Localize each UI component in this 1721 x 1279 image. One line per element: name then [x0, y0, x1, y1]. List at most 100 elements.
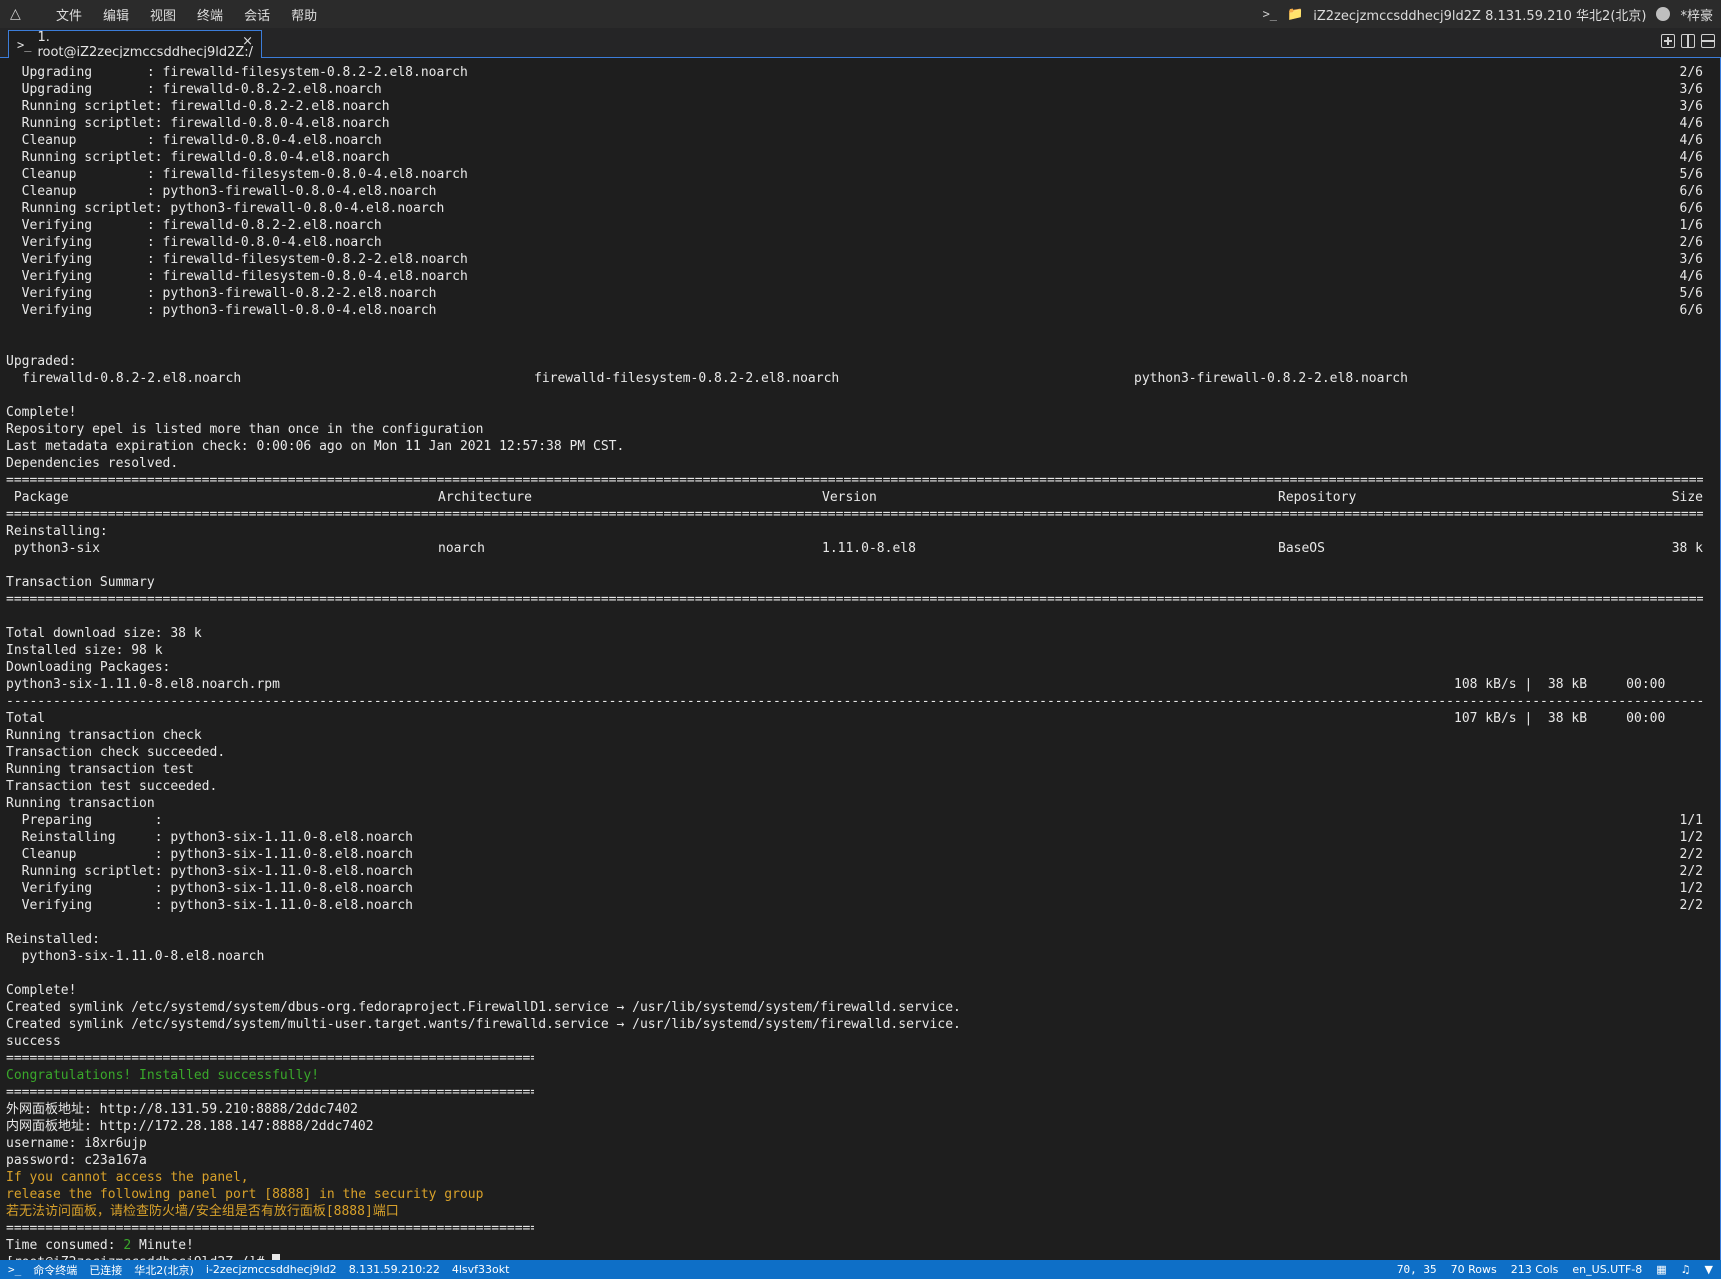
scriptlet-count: 3/6 — [1679, 99, 1703, 114]
terminal-icon[interactable]: >_ — [1263, 7, 1277, 21]
downloading-packages-text: Downloading Packages: — [6, 660, 171, 675]
scriptlet-count: 6/6 — [1679, 201, 1703, 216]
scriptlet-action: Verifying — [6, 252, 147, 267]
separator-line: ========================================… — [6, 1220, 1703, 1237]
scriptlet-line: Verifying : python3-firewall-0.8.0-4.el8… — [6, 302, 1703, 319]
scriptlet-line: Cleanup : python3-firewall-0.8.0-4.el8.n… — [6, 183, 1703, 200]
symlink-line-2: Created symlink /etc/systemd/system/mult… — [6, 1016, 1703, 1033]
scriptlet-sep: : — [154, 116, 171, 131]
scriptlet-action: Cleanup — [6, 167, 147, 182]
app-logo-icon[interactable]: △ — [10, 6, 28, 22]
tab-terminal-session[interactable]: >_ 1. root@iZ2zecjzmccsddhecj9ld2Z:/ × — [8, 30, 262, 60]
scriptlet-count: 3/6 — [1679, 82, 1703, 97]
scriptlet-count: 4/6 — [1679, 150, 1703, 165]
bell-icon[interactable]: ♫ — [1681, 1263, 1691, 1276]
scriptlet-action: Verifying — [6, 235, 147, 250]
txn-step: Reinstalling : python3-six-1.11.0-8.el8.… — [6, 829, 1703, 846]
total-download-text: Total download size: 38 k — [6, 626, 202, 641]
upgraded-pkg-1: firewalld-0.8.2-2.el8.noarch — [22, 371, 242, 386]
td-package: python3-six — [6, 541, 100, 556]
scriptlet-action: Verifying — [6, 303, 147, 318]
txn-action: Cleanup : — [6, 847, 163, 862]
scriptlet-action: Cleanup — [6, 184, 147, 199]
scriptlet-count: 2/6 — [1679, 65, 1703, 80]
scriptlet-line: Running scriptlet: firewalld-0.8.0-4.el8… — [6, 115, 1703, 132]
txn-pkg: python3-six-1.11.0-8.el8.noarch — [162, 898, 413, 913]
terminal-pane[interactable]: Upgrading : firewalld-filesystem-0.8.2-2… — [0, 58, 1721, 1260]
upgraded-header: Upgraded: — [6, 353, 1703, 370]
scriptlet-count: 4/6 — [1679, 116, 1703, 131]
td-arch: noarch — [438, 541, 485, 556]
scriptlet-pkg: firewalld-0.8.2-2.el8.noarch — [170, 99, 390, 114]
separator-line: ========================================… — [6, 1084, 1703, 1101]
txn-line-text: Transaction test succeeded. — [6, 779, 218, 794]
txn-line: Transaction test succeeded. — [6, 778, 1703, 795]
scriptlet-count: 5/6 — [1679, 167, 1703, 182]
menu-terminal[interactable]: 终端 — [197, 5, 223, 24]
status-encoding[interactable]: en_US.UTF-8 — [1572, 1263, 1642, 1276]
th-version: Version — [822, 490, 877, 505]
scriptlet-pkg: firewalld-0.8.0-4.el8.noarch — [170, 150, 390, 165]
reinstalled-pkg-text: python3-six-1.11.0-8.el8.noarch — [6, 949, 265, 964]
scriptlet-line: Verifying : firewalld-0.8.0-4.el8.noarch… — [6, 234, 1703, 251]
user-name[interactable]: *梓豪 — [1680, 5, 1713, 24]
menu-session[interactable]: 会话 — [244, 5, 270, 24]
status-bar: >_ 命令终端 已连接 华北2(北京) i-2zecjzmccsddhecj9l… — [0, 1260, 1721, 1279]
filter-icon[interactable]: ▼ — [1705, 1263, 1713, 1276]
separator-line: ----------------------------------------… — [6, 693, 1703, 710]
upgraded-pkg-2: firewalld-filesystem-0.8.2-2.el8.noarch — [534, 371, 840, 386]
menu-view[interactable]: 视图 — [150, 5, 176, 24]
txn-count: 1/1 — [1679, 813, 1703, 828]
txn-line-text: Running transaction check — [6, 728, 202, 743]
table-row: python3-six noarch 1.11.0-8.el8 BaseOS 38 k — [6, 540, 1703, 557]
scriptlet-action: Verifying — [6, 269, 147, 284]
deps-resolved-text: Dependencies resolved. — [6, 456, 179, 471]
close-icon[interactable]: × — [242, 34, 253, 49]
txn-line: Running transaction test — [6, 761, 1703, 778]
avatar[interactable] — [1656, 7, 1671, 21]
scriptlet-sep: : — [146, 184, 163, 199]
time-suffix: Minute! — [131, 1238, 194, 1253]
status-region: 华北2(北京) — [134, 1263, 194, 1277]
reinstalled-pkg: python3-six-1.11.0-8.el8.noarch — [6, 948, 1703, 965]
symlink-line-2-text: Created symlink /etc/systemd/system/mult… — [6, 1017, 961, 1032]
installed-size-text: Installed size: 98 k — [6, 643, 163, 658]
deps-resolved: Dependencies resolved. — [6, 455, 1703, 472]
download-row: python3-six-1.11.0-8.el8.noarch.rpm 108 k… — [6, 676, 1703, 693]
grid-icon[interactable]: ▦ — [1656, 1263, 1666, 1276]
txn-line-text: Transaction check succeeded. — [6, 745, 226, 760]
th-size: Size — [1671, 490, 1703, 505]
scriptlet-sep: : — [154, 201, 171, 216]
tab-tools — [1661, 34, 1715, 48]
new-tab-icon[interactable] — [1661, 34, 1675, 48]
scriptlet-pkg: firewalld-0.8.0-4.el8.noarch — [162, 133, 382, 148]
username-line-text: username: i8xr6ujp — [6, 1136, 147, 1151]
scriptlet-sep: : — [146, 82, 163, 97]
txn-count: 1/2 — [1679, 830, 1703, 845]
scriptlet-sep: : — [146, 303, 163, 318]
warning-line-2: release the following panel port [8888] … — [6, 1186, 1703, 1203]
menu-file[interactable]: 文件 — [56, 5, 82, 24]
folder-icon[interactable]: 📁 — [1287, 7, 1303, 22]
split-horizontal-icon[interactable] — [1701, 34, 1715, 48]
time-consumed: Time consumed: 2 Minute! — [6, 1237, 1703, 1254]
downloading-packages: Downloading Packages: — [6, 659, 1703, 676]
menu-edit[interactable]: 编辑 — [103, 5, 129, 24]
status-address: 8.131.59.210:22 — [348, 1263, 440, 1276]
separator-rule: ========================================… — [6, 1051, 534, 1066]
scriptlet-pkg: firewalld-0.8.0-4.el8.noarch — [170, 116, 390, 131]
complete-text-2-text: Complete! — [6, 983, 77, 998]
txn-line: Transaction check succeeded. — [6, 744, 1703, 761]
reinstalled-header-text: Reinstalled: — [6, 932, 100, 947]
warning-line-3-text: 若无法访问面板，请检查防火墙/安全组是否有放行面板[8888]端口 — [6, 1204, 399, 1219]
complete-text-2: Complete! — [6, 982, 1703, 999]
split-vertical-icon[interactable] — [1681, 34, 1695, 48]
th-repo: Repository — [1278, 490, 1357, 505]
scriptlet-count: 6/6 — [1679, 184, 1703, 199]
status-terminal-label[interactable]: 命令终端 — [33, 1262, 77, 1278]
scriptlet-count: 2/6 — [1679, 235, 1703, 250]
menu-help[interactable]: 帮助 — [291, 5, 317, 24]
